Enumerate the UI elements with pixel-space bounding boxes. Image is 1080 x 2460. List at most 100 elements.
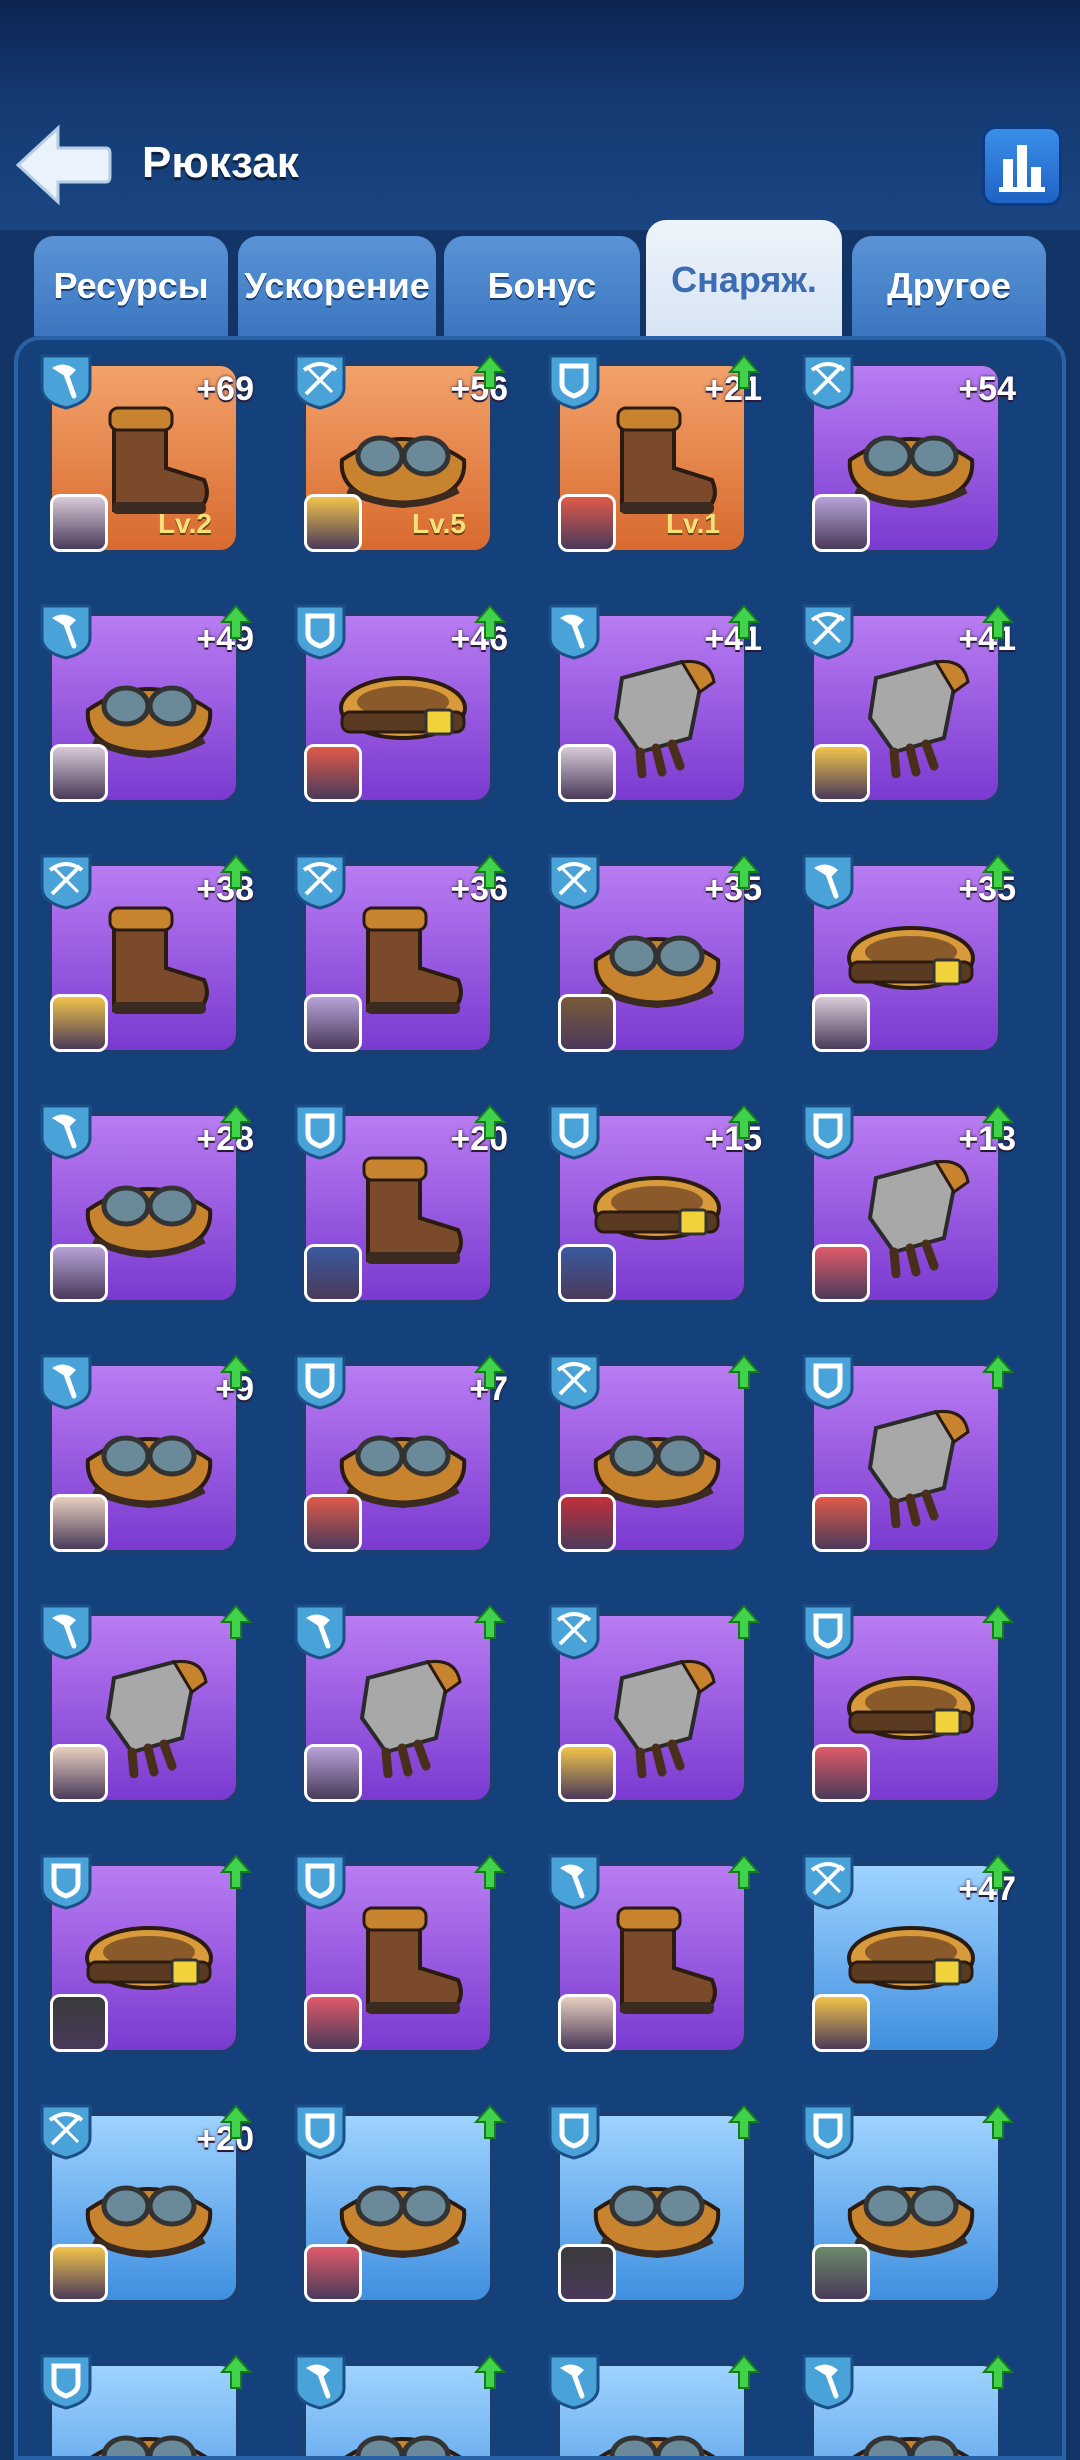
equipment-slot[interactable]: +41 <box>796 598 1016 804</box>
tab-resources[interactable]: Ресурсы <box>34 236 228 336</box>
hero-avatar <box>558 1244 616 1302</box>
equipment-slot[interactable] <box>542 1598 761 1804</box>
equipment-slot[interactable] <box>34 2348 253 2456</box>
shield-type-icon <box>796 1098 860 1162</box>
tab-other[interactable]: Другое <box>852 236 1046 336</box>
hero-avatar <box>558 1744 616 1802</box>
hero-avatar <box>558 994 616 1052</box>
status-bar <box>0 0 1080 100</box>
stats-button[interactable] <box>982 126 1062 206</box>
pickaxe-type-icon <box>288 1598 352 1662</box>
crossbow-type-icon <box>34 848 98 912</box>
equipment-slot[interactable] <box>34 1848 253 2054</box>
equipment-slot[interactable] <box>796 2348 1015 2456</box>
upgrade-arrow-icon <box>981 2104 1015 2140</box>
equipment-slot[interactable] <box>542 1848 761 2054</box>
equipment-slot[interactable] <box>796 1348 1015 1554</box>
upgrade-arrow-icon <box>727 2354 761 2390</box>
hero-avatar <box>50 1494 108 1552</box>
equipment-slot[interactable]: +47 <box>796 1848 1016 2054</box>
upgrade-arrow-icon <box>981 854 1015 890</box>
upgrade-arrow-icon <box>473 1354 507 1390</box>
upgrade-arrow-icon <box>473 2354 507 2390</box>
equipment-slot[interactable]: +15 <box>542 1098 762 1304</box>
hero-avatar <box>50 1244 108 1302</box>
pickaxe-type-icon <box>542 598 606 662</box>
back-button[interactable] <box>12 120 112 210</box>
equipment-slot[interactable]: +49 <box>34 598 254 804</box>
equipment-slot[interactable] <box>34 1598 253 1804</box>
equipment-slot[interactable] <box>288 1848 507 2054</box>
hero-avatar <box>558 2244 616 2302</box>
upgrade-arrow-icon <box>219 1354 253 1390</box>
hero-avatar <box>812 1494 870 1552</box>
equipment-slot[interactable]: +46 <box>288 598 508 804</box>
equipment-slot[interactable]: +20 <box>34 2098 254 2304</box>
upgrade-arrow-icon <box>981 2354 1015 2390</box>
equipment-slot[interactable]: +28 <box>34 1098 254 1304</box>
crossbow-type-icon <box>542 1348 606 1412</box>
tab-bonus[interactable]: Бонус <box>444 236 640 336</box>
hero-avatar <box>304 1244 362 1302</box>
equipment-slot[interactable]: +36 <box>288 848 508 1054</box>
upgrade-arrow-icon <box>981 1354 1015 1390</box>
crossbow-type-icon <box>34 2098 98 2162</box>
hero-avatar <box>304 1994 362 2052</box>
pickaxe-type-icon <box>796 2348 860 2412</box>
equipment-slot[interactable]: +38 <box>34 848 254 1054</box>
upgrade-arrow-icon <box>219 2354 253 2390</box>
bar-chart-icon <box>999 145 1045 192</box>
hero-avatar <box>812 1244 870 1302</box>
pickaxe-type-icon <box>796 848 860 912</box>
upgrade-arrow-icon <box>727 604 761 640</box>
equipment-slot[interactable]: +54 <box>796 348 1016 554</box>
upgrade-arrow-icon <box>473 854 507 890</box>
shield-type-icon <box>796 2098 860 2162</box>
hero-avatar <box>812 1744 870 1802</box>
upgrade-arrow-icon <box>473 604 507 640</box>
equipment-slot[interactable]: +7 <box>288 1348 508 1554</box>
shield-type-icon <box>34 1848 98 1912</box>
equipment-slot[interactable]: +13 <box>796 1098 1016 1304</box>
tab-equipment[interactable]: Снаряж. <box>646 220 842 340</box>
tab-speedup[interactable]: Ускорение <box>238 236 436 336</box>
equipment-slot[interactable]: +21 Lv.1 <box>542 348 762 554</box>
upgrade-arrow-icon <box>981 1854 1015 1890</box>
upgrade-arrow-icon <box>219 1604 253 1640</box>
equipment-slot[interactable] <box>796 2098 1015 2304</box>
equipment-slot[interactable]: +9 <box>34 1348 254 1554</box>
shield-type-icon <box>288 2098 352 2162</box>
equipment-slot[interactable] <box>288 1598 507 1804</box>
shield-type-icon <box>542 2098 606 2162</box>
equipment-slot[interactable] <box>288 2348 507 2456</box>
equipment-slot[interactable]: +20 <box>288 1098 508 1304</box>
hero-avatar <box>304 494 362 552</box>
shield-type-icon <box>796 1598 860 1662</box>
upgrade-arrow-icon <box>219 2104 253 2140</box>
equipment-slot[interactable]: +35 <box>542 848 762 1054</box>
equipment-slot[interactable] <box>542 2348 761 2456</box>
pickaxe-type-icon <box>34 598 98 662</box>
upgrade-arrow-icon <box>219 604 253 640</box>
equipment-slot[interactable]: +41 <box>542 598 762 804</box>
upgrade-arrow-icon <box>473 2104 507 2140</box>
crossbow-type-icon <box>288 348 352 412</box>
item-level-bonus: +54 <box>958 370 1016 408</box>
equipment-slot[interactable] <box>796 1598 1015 1804</box>
equipment-slot[interactable]: +56 Lv.5 <box>288 348 508 554</box>
equipment-slot[interactable] <box>288 2098 507 2304</box>
upgrade-arrow-icon <box>727 1854 761 1890</box>
shield-type-icon <box>542 1098 606 1162</box>
pickaxe-type-icon <box>542 2348 606 2412</box>
equipment-slot[interactable]: +69 Lv.2 <box>34 348 254 554</box>
upgrade-arrow-icon <box>727 2104 761 2140</box>
shield-type-icon <box>288 1848 352 1912</box>
shield-type-icon <box>288 1348 352 1412</box>
equipment-slot[interactable] <box>542 1348 761 1554</box>
pickaxe-type-icon <box>34 348 98 412</box>
hero-avatar <box>50 744 108 802</box>
equipment-slot[interactable] <box>542 2098 761 2304</box>
equipment-slot[interactable]: +35 <box>796 848 1016 1054</box>
upgrade-arrow-icon <box>219 854 253 890</box>
crossbow-type-icon <box>542 1598 606 1662</box>
